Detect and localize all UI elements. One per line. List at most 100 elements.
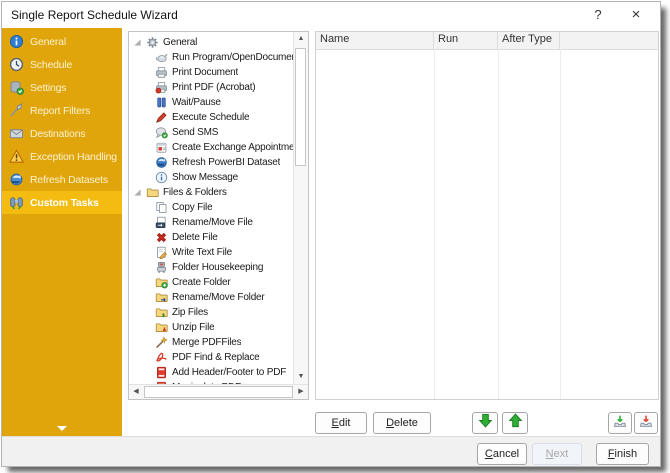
edit-button[interactable]: Edit (315, 412, 367, 434)
sidebar-item-label: Report Filters (30, 105, 90, 117)
execute-schedule-icon (155, 111, 168, 124)
tree-group-label: General (163, 37, 197, 48)
sidebar-item-schedule[interactable]: Schedule (2, 53, 122, 76)
sidebar-item-destinations[interactable]: Destinations (2, 122, 122, 145)
info-icon (9, 34, 24, 49)
tree-item-label: Zip Files (172, 307, 208, 318)
tree-item-refresh-powerbi-dataset[interactable]: Refresh PowerBI Dataset (129, 155, 293, 170)
tree-item-label: Rename/Move Folder (172, 292, 265, 303)
move-up-button[interactable] (502, 412, 528, 434)
tree-item-run-program-opendocument[interactable]: Run Program/OpenDocument (129, 50, 293, 65)
add-header-footer-icon (155, 366, 168, 379)
tree-item-label: Show Message (172, 172, 238, 183)
close-button[interactable]: × (626, 5, 646, 25)
tree-item-label: Print PDF (Acrobat) (172, 82, 255, 93)
tree-item-send-sms[interactable]: Send SMS (129, 125, 293, 140)
zip-files-icon (155, 306, 168, 319)
task-tree-panel: General Run Program/OpenDocument Print Doc… (128, 31, 309, 400)
delete-button[interactable]: Delete (373, 412, 431, 434)
tree-item-label: Send SMS (172, 127, 218, 138)
merge-pdf-icon (155, 336, 168, 349)
scroll-right-icon[interactable]: ▶ (294, 385, 308, 399)
scroll-left-icon[interactable]: ◀ (129, 385, 143, 399)
move-down-button[interactable] (472, 412, 498, 434)
vertical-scroll-thumb[interactable] (295, 48, 306, 166)
settings-icon (9, 80, 24, 95)
tree-item-label: Run Program/OpenDocument (172, 52, 293, 63)
import-tasks-button[interactable] (608, 412, 632, 434)
sidebar-item-label: Exception Handling (30, 151, 117, 163)
tree-item-execute-schedule[interactable]: Execute Schedule (129, 110, 293, 125)
next-button[interactable]: Next (532, 443, 582, 465)
tree-item-label: Delete File (172, 232, 218, 243)
table-grid-line (498, 49, 499, 399)
sidebar-item-general[interactable]: General (2, 30, 122, 53)
table-grid-line (560, 49, 561, 399)
tree-item-rename-move-folder[interactable]: Rename/Move Folder (129, 290, 293, 305)
powerbi-refresh-icon (155, 156, 168, 169)
tree-item-label: Folder Housekeeping (172, 262, 263, 273)
scroll-up-icon[interactable]: ▲ (294, 32, 308, 46)
show-message-icon (155, 171, 168, 184)
tree-item-wait-pause[interactable]: Wait/Pause (129, 95, 293, 110)
sidebar-more-chevron-icon[interactable] (57, 426, 67, 431)
tree-item-merge-pdffiles[interactable]: Merge PDFFiles (129, 335, 293, 350)
tree-item-show-message[interactable]: Show Message (129, 170, 293, 185)
column-header-run[interactable]: Run (434, 32, 498, 49)
tree-item-delete-file[interactable]: Delete File (129, 230, 293, 245)
horizontal-scroll-thumb[interactable] (144, 386, 293, 398)
column-header-after-type[interactable]: After Type (498, 32, 560, 49)
exchange-appointment-icon (155, 141, 168, 154)
run-program-icon (155, 51, 168, 64)
tree-item-label: Merge PDFFiles (172, 337, 241, 348)
destinations-icon (9, 126, 24, 141)
export-tasks-button[interactable] (634, 412, 658, 434)
sidebar-item-label: Custom Tasks (30, 197, 99, 209)
tree-item-write-text-file[interactable]: Write Text File (129, 245, 293, 260)
sidebar-item-refresh-datasets[interactable]: Refresh Datasets (2, 168, 122, 191)
tree-item-label: Print Document (172, 67, 238, 78)
sidebar-item-exception-handling[interactable]: Exception Handling (2, 145, 122, 168)
expander-icon[interactable] (133, 188, 142, 197)
sidebar-item-settings[interactable]: Settings (2, 76, 122, 99)
sidebar: GeneralSchedule Settings Report Filters Des… (2, 28, 122, 438)
tree-item-label: Create Exchange Appointment (172, 142, 293, 153)
tree-vertical-scrollbar[interactable]: ▲ ▼ (293, 32, 308, 384)
tree-group-files-folders[interactable]: Files & Folders (129, 185, 293, 200)
tree-item-label: Add Header/Footer to PDF (172, 367, 286, 378)
tree-item-print-pdf-acrobat[interactable]: Print PDF (Acrobat) (129, 80, 293, 95)
scroll-down-icon[interactable]: ▼ (294, 370, 308, 384)
create-folder-icon (155, 276, 168, 289)
tree-item-unzip-file[interactable]: Unzip File (129, 320, 293, 335)
tree-item-zip-files[interactable]: Zip Files (129, 305, 293, 320)
sidebar-item-custom-tasks[interactable]: Custom Tasks (2, 191, 122, 214)
import-tasks-icon (613, 414, 627, 433)
tree-item-pdf-find-replace[interactable]: PDF Find & Replace (129, 350, 293, 365)
tree-group-label: Files & Folders (163, 187, 227, 198)
tree-item-label: PDF Find & Replace (172, 352, 260, 363)
sidebar-item-report-filters[interactable]: Report Filters (2, 99, 122, 122)
expander-icon[interactable] (133, 38, 142, 47)
tree-item-folder-housekeeping[interactable]: Folder Housekeeping (129, 260, 293, 275)
task-tree: General Run Program/OpenDocument Print Doc… (129, 32, 293, 384)
finish-button[interactable]: Finish (596, 443, 649, 465)
column-header-name[interactable]: Name (316, 32, 434, 49)
column-header-blank[interactable] (560, 32, 658, 49)
report-filters-icon (9, 103, 24, 118)
green-arrow-down-icon (478, 413, 493, 433)
tree-item-add-header-footer-to-pdf[interactable]: Add Header/Footer to PDF (129, 365, 293, 380)
tree-item-copy-file[interactable]: Copy File (129, 200, 293, 215)
tree-item-create-folder[interactable]: Create Folder (129, 275, 293, 290)
cancel-button[interactable]: Cancel (477, 443, 527, 465)
tree-item-label: Write Text File (172, 247, 232, 258)
sidebar-item-label: Settings (30, 82, 66, 94)
table-grid-line (434, 49, 435, 399)
tree-item-print-document[interactable]: Print Document (129, 65, 293, 80)
tree-horizontal-scrollbar[interactable]: ◀ ▶ (129, 384, 308, 399)
help-button[interactable]: ? (588, 5, 608, 25)
tree-item-rename-move-file[interactable]: Rename/Move File (129, 215, 293, 230)
tree-item-label: Execute Schedule (172, 112, 249, 123)
tree-item-create-exchange-appointment[interactable]: Create Exchange Appointment (129, 140, 293, 155)
clock-icon (9, 57, 24, 72)
tree-group-general[interactable]: General (129, 35, 293, 50)
